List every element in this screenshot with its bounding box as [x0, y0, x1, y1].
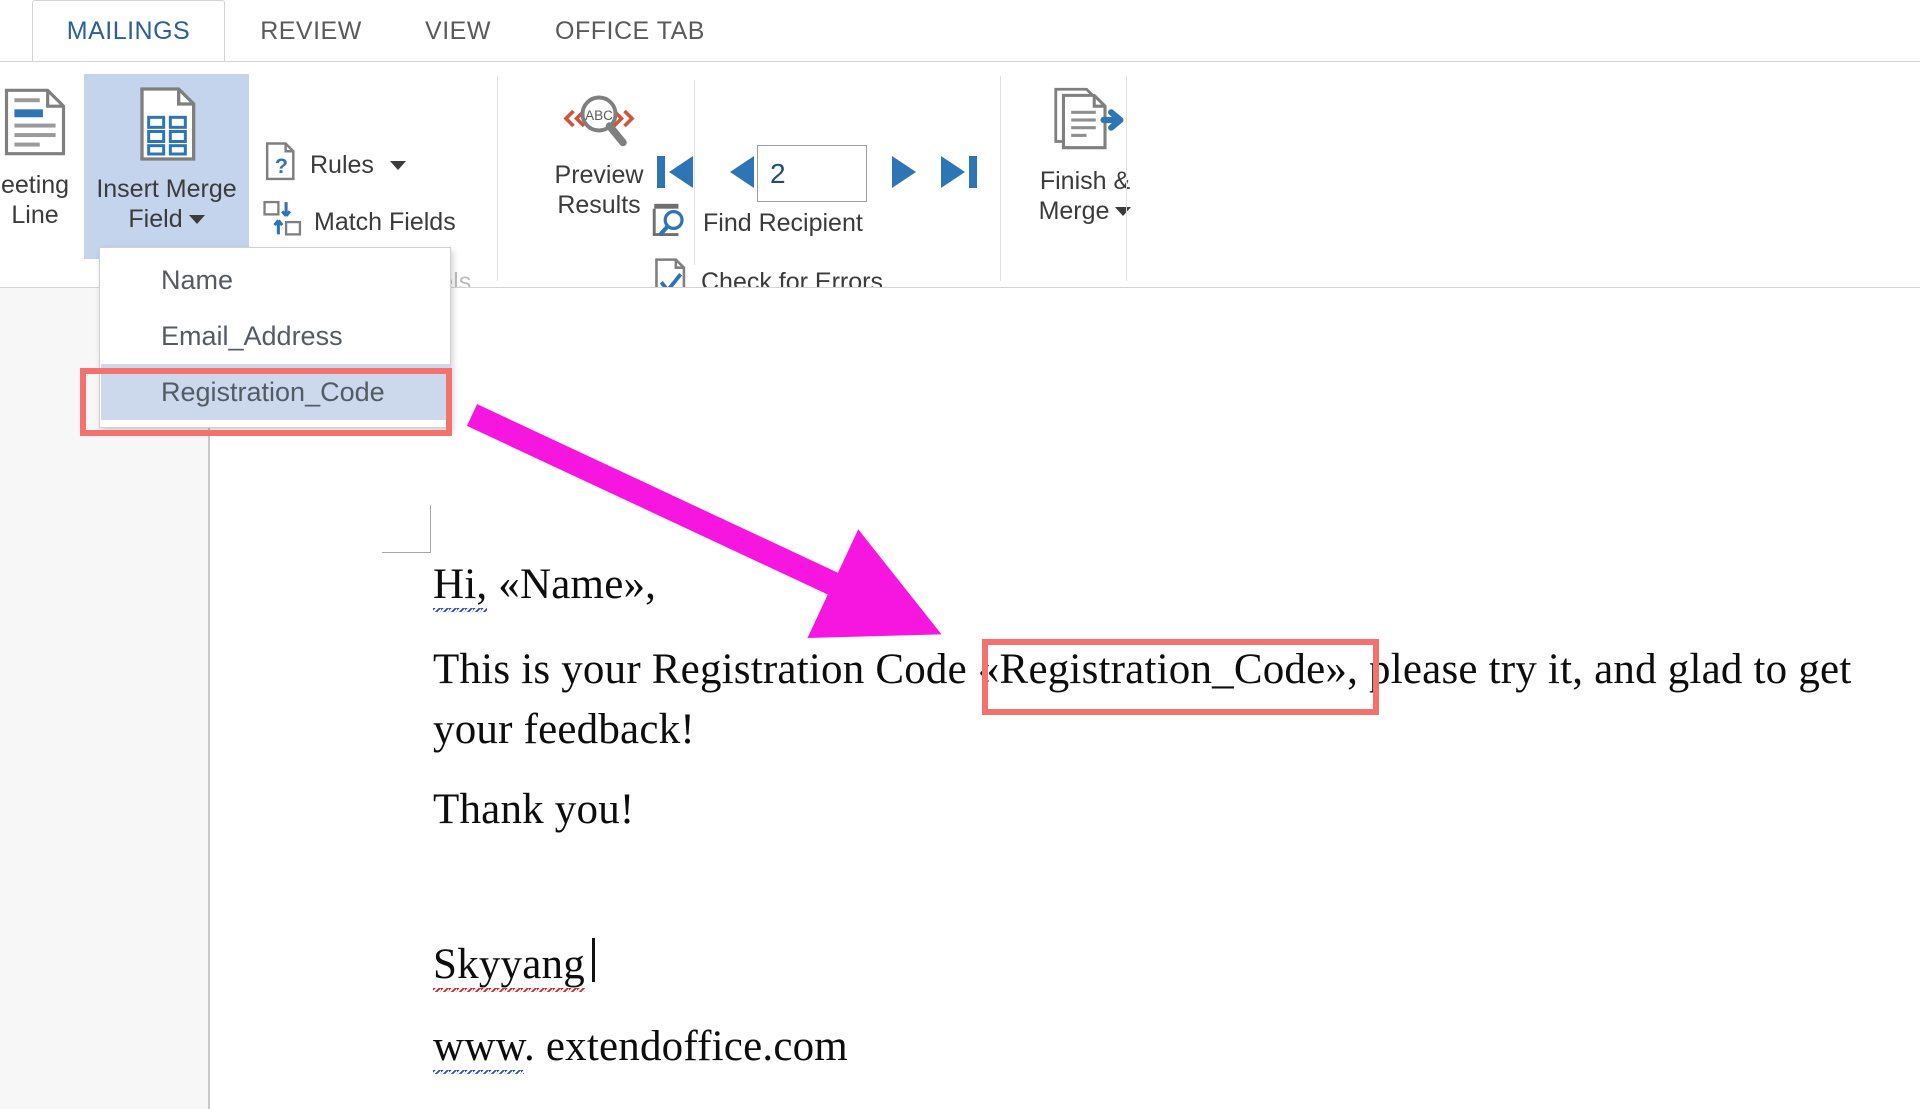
text-boundary-corner-vertical: [430, 505, 431, 553]
greeting-merge-field: «Name»,: [487, 561, 657, 608]
insert-merge-field-label-line1: Insert Merge: [96, 175, 237, 203]
menu-item-registration-code[interactable]: Registration_Code: [101, 364, 451, 420]
tab-office-tab-label: OFFICE TAB: [555, 16, 705, 45]
find-recipient-label: Find Recipient: [703, 209, 863, 237]
match-fields-icon: [262, 199, 304, 246]
tab-review-label: REVIEW: [260, 16, 362, 45]
signature-text-with-spelling-mark: Skyyang: [433, 941, 585, 992]
group-separator-3: [1126, 76, 1127, 281]
menu-item-name[interactable]: Name: [101, 252, 451, 308]
finish-and-merge-button[interactable]: Finish & Merge: [1005, 74, 1165, 259]
ribbon-tab-bar: MAILINGS REVIEW VIEW OFFICE TAB: [0, 0, 1920, 62]
text-boundary-corner-horizontal: [382, 552, 431, 553]
document-line-thanks: Thank you!: [433, 786, 635, 833]
document-line-signature: Skyyang: [433, 940, 585, 992]
group-separator-2: [1000, 76, 1001, 281]
svg-text:ABC: ABC: [585, 108, 613, 123]
document-line-body-2: your feedback!: [433, 706, 695, 753]
greeting-line-label-line1: eeting: [0, 171, 70, 199]
find-recipient-button[interactable]: Find Recipient: [651, 199, 863, 248]
menu-item-email-address[interactable]: Email_Address: [101, 308, 451, 364]
rules-label: Rules: [310, 151, 374, 179]
tab-mailings-label: MAILINGS: [66, 16, 191, 45]
greeting-text-with-spelling-mark: Hi,: [433, 561, 488, 615]
document-line-greeting: Hi, «Name»,: [433, 560, 657, 615]
insert-merge-field-icon: [127, 84, 207, 169]
finish-and-merge-chevron-down-icon[interactable]: [1115, 206, 1132, 216]
rules-icon: ?: [262, 142, 300, 189]
previous-record-button[interactable]: [718, 146, 762, 203]
greeting-line-icon: [0, 84, 73, 165]
preview-results-label-line1: Preview: [554, 161, 644, 189]
group-separator-1: [497, 76, 498, 281]
tab-office-tab[interactable]: OFFICE TAB: [530, 0, 730, 62]
website-domain: . extendoffice.com: [523, 1023, 848, 1070]
document-line-body-1: This is your Registration Code «Registra…: [433, 645, 1851, 694]
tab-view[interactable]: VIEW: [400, 0, 516, 62]
text-cursor: [592, 938, 595, 982]
menu-item-registration-code-label: Registration_Code: [161, 376, 385, 407]
body-text-after-field: , please try it, and glad to get: [1347, 646, 1852, 693]
tab-view-label: VIEW: [425, 16, 491, 45]
menu-item-email-address-label: Email_Address: [161, 320, 343, 351]
finish-and-merge-icon: [1045, 84, 1125, 161]
find-recipient-icon: [651, 199, 693, 248]
website-www-with-spelling-mark: www: [433, 1023, 524, 1077]
record-number-input[interactable]: 2: [757, 145, 867, 202]
tab-review[interactable]: REVIEW: [236, 0, 386, 62]
preview-results-label-line2: Results: [557, 190, 641, 219]
rules-button[interactable]: ? Rules: [262, 142, 406, 189]
body-text-before-field: This is your Registration Code: [433, 646, 978, 693]
insert-merge-field-label-line2: Field: [128, 204, 183, 233]
insert-merge-field-menu[interactable]: Name Email_Address Registration_Code: [99, 247, 451, 428]
next-record-button[interactable]: [884, 146, 928, 203]
menu-item-name-label: Name: [161, 264, 234, 295]
document-line-website: www. extendoffice.com: [433, 1022, 848, 1077]
svg-text:?: ?: [275, 154, 288, 178]
preview-results-icon: ABC: [560, 84, 638, 155]
tab-mailings[interactable]: MAILINGS: [32, 0, 225, 62]
first-record-button[interactable]: [651, 146, 699, 203]
finish-and-merge-label-line2: Merge: [1038, 196, 1110, 225]
rules-chevron-down-icon[interactable]: [389, 161, 406, 170]
insert-merge-field-button[interactable]: Insert Merge Field: [84, 74, 249, 259]
greeting-line-label-line2: Line: [11, 200, 59, 229]
registration-code-merge-field: «Registration_Code»: [977, 646, 1348, 693]
match-fields-label: Match Fields: [314, 208, 456, 236]
last-record-button[interactable]: [935, 146, 983, 203]
match-fields-button[interactable]: Match Fields: [262, 199, 456, 246]
record-number-value: 2: [770, 157, 786, 189]
insert-merge-field-chevron-down-icon[interactable]: [188, 214, 205, 224]
finish-and-merge-label-line1: Finish &: [1039, 167, 1131, 195]
